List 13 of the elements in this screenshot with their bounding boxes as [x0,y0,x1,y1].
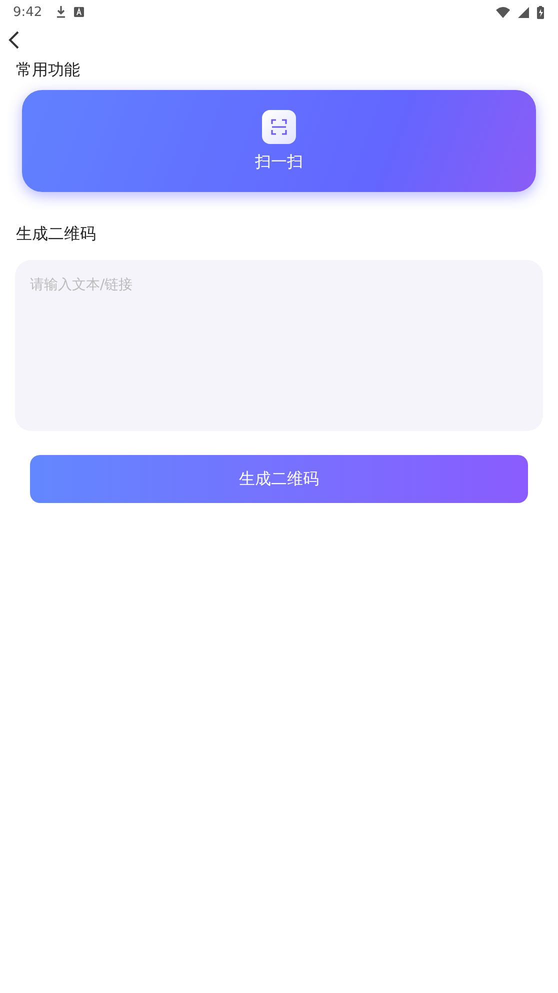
generate-button[interactable]: 生成二维码 [30,455,528,503]
battery-icon [537,6,544,18]
wifi-icon [496,6,510,18]
app-notification-icon [74,7,84,17]
section-title: 生成二维码 [15,223,97,245]
scan-card[interactable]: 扫一扫 [22,90,536,192]
status-time: 9:42 [13,4,42,20]
scan-icon [262,110,296,144]
text-input-field[interactable]: 请输入文本/链接 [15,260,543,431]
back-icon[interactable] [8,31,20,49]
signal-icon [518,6,529,18]
download-icon [56,6,66,18]
section-title: 常用功能 [15,59,81,81]
